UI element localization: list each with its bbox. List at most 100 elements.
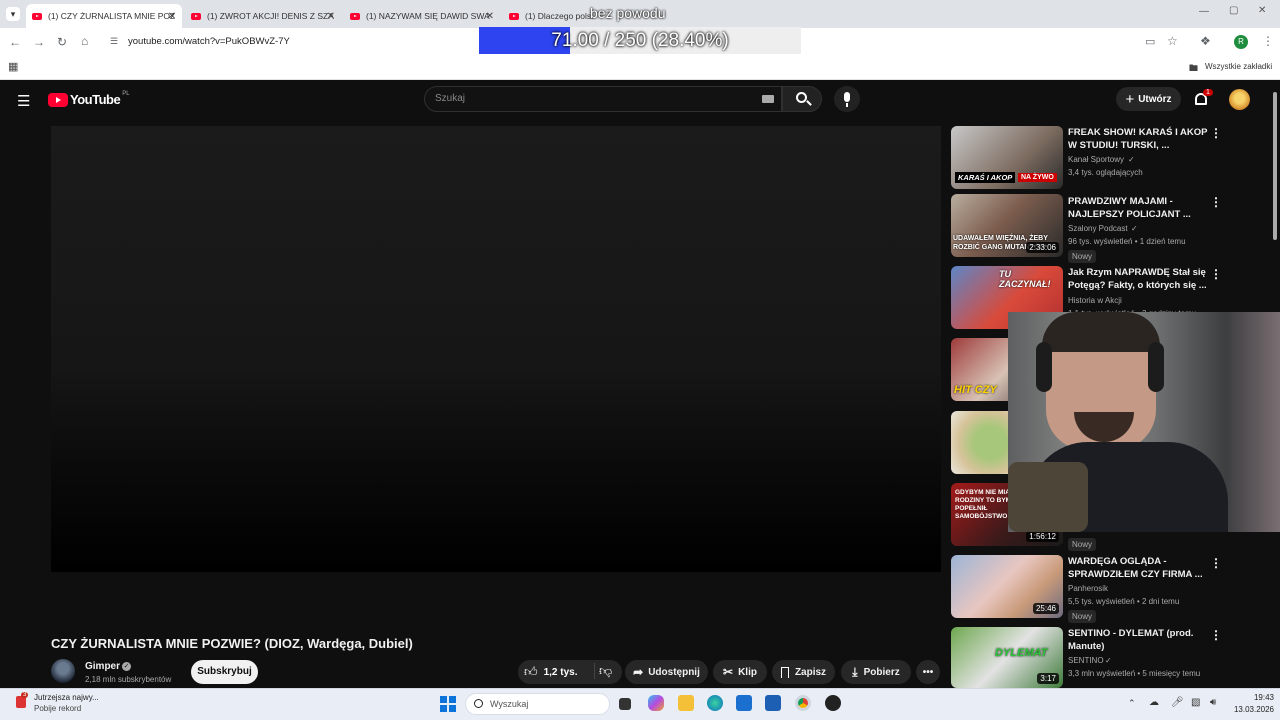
rec-channel[interactable]: SENTINO — [1068, 656, 1104, 665]
share-button[interactable]: ➦ Udostępnij — [625, 660, 708, 684]
rec-menu-icon[interactable]: ⋮ — [1210, 126, 1222, 140]
create-button[interactable]: + Utwórz — [1116, 87, 1181, 111]
apps-grid-icon[interactable]: ▦ — [8, 60, 18, 73]
more-actions-button[interactable]: ••• — [916, 660, 940, 684]
rec-menu-icon[interactable]: ⋮ — [1210, 556, 1222, 570]
task-view-icon[interactable] — [619, 698, 631, 710]
rec-thumbnail[interactable]: KARAŚ I AKOP NA ŻYWO — [951, 126, 1063, 189]
chrome-icon[interactable] — [795, 695, 811, 711]
account-avatar[interactable] — [1229, 89, 1250, 110]
youtube-logo[interactable]: YouTube PL — [48, 90, 130, 107]
subscriber-count: 2,18 mln subskrybentów — [85, 675, 172, 684]
close-tab-icon[interactable]: ✕ — [327, 11, 335, 22]
search-input[interactable]: Szukaj — [424, 86, 782, 112]
subscribe-button[interactable]: Subskrybuj — [191, 660, 258, 684]
notifications-button[interactable]: 1 — [1193, 89, 1213, 109]
tray-overflow-icon[interactable]: ⌃ — [1128, 698, 1136, 709]
thumbs-up-icon: 👍︎ — [524, 664, 538, 679]
rec-thumbnail[interactable]: UDAWAŁEM WIĘŹNIA, ŻEBY ROZBIĆ GANG MUTAN… — [951, 194, 1063, 257]
news-title: Jutrzejsza najwy... — [34, 693, 99, 702]
dislike-button[interactable]: 👎︎ — [594, 663, 612, 679]
youtube-play-icon — [48, 92, 68, 107]
rec-channel[interactable]: Panherosik — [1068, 584, 1108, 593]
wifi-icon[interactable]: 🔊︎ — [1210, 697, 1216, 708]
network-icon[interactable]: ☁ — [1149, 697, 1159, 708]
rec-thumbnail[interactable]: 25:46 — [951, 555, 1063, 618]
browser-tab[interactable]: (1) Dlaczego polski — [503, 4, 593, 28]
channel-avatar[interactable] — [51, 659, 75, 683]
news-subtitle: Pobije rekord — [34, 704, 82, 713]
close-window-icon[interactable]: ✕ — [1258, 5, 1266, 16]
hamburger-menu-icon[interactable]: ☰ — [17, 92, 30, 110]
region-code: PL — [122, 90, 130, 97]
start-button[interactable] — [440, 696, 456, 712]
notification-count: 1 — [1203, 89, 1213, 96]
webcam-overlay — [1008, 312, 1280, 532]
rec-meta: 3,4 tys. oglądających — [1068, 168, 1143, 177]
copilot-icon[interactable] — [648, 695, 664, 711]
language-icon[interactable]: ▧ — [1191, 697, 1200, 708]
close-tab-icon[interactable]: ✕ — [168, 11, 176, 22]
browser-tab-active[interactable]: (1) CZY ŻURNALISTA MNIE POZ ✕ — [26, 4, 182, 28]
rec-menu-icon[interactable]: ⋮ — [1210, 195, 1222, 209]
taskbar-search[interactable]: Wyszukaj — [465, 693, 610, 715]
rec-channel[interactable]: Kanał Sportowy — [1068, 155, 1124, 164]
goal-title: bez powodu — [590, 5, 666, 21]
maximize-window-icon[interactable]: ▢ — [1229, 5, 1238, 16]
url-text[interactable]: youtube.com/watch?v=PukOBWvZ-7Y — [128, 36, 290, 47]
share-label: Udostępnij — [648, 666, 700, 678]
browser-menu-icon[interactable]: ⋮ — [1262, 34, 1274, 48]
rec-title[interactable]: SENTINO - DYLEMAT (prod. Manute) — [1068, 627, 1208, 653]
duration: 3:17 — [1037, 673, 1059, 684]
verified-icon: ✓ — [1105, 656, 1112, 665]
save-button[interactable]: Zapisz — [772, 660, 835, 684]
all-bookmarks-link[interactable]: Wszystkie zakładki — [1205, 62, 1272, 71]
rec-channel[interactable]: Szalony Podcast — [1068, 224, 1128, 233]
search-button[interactable] — [782, 86, 822, 112]
microphone-tray-icon[interactable]: 🎤︎ — [1171, 697, 1184, 708]
rec-title[interactable]: PRAWDZIWY MAJAMI - NAJLEPSZY POLICJANT .… — [1068, 195, 1208, 221]
forward-icon[interactable]: → — [33, 35, 45, 49]
rec-channel[interactable]: Historia w Akcji — [1068, 296, 1122, 305]
bookmarks-bar — [0, 56, 1280, 80]
like-button[interactable]: 👍︎ 1,2 tys. — [524, 664, 578, 680]
extensions-icon[interactable]: ❖ — [1200, 34, 1211, 48]
install-app-icon[interactable]: ▭ — [1145, 35, 1155, 48]
obs-icon[interactable] — [825, 695, 841, 711]
browser-tab[interactable]: (1) NAZYWAM SIĘ DAWID SWA ✕ — [344, 4, 500, 28]
rec-title[interactable]: FREAK SHOW! KARAŚ I AKOP W STUDIU! TURSK… — [1068, 126, 1208, 152]
rec-menu-icon[interactable]: ⋮ — [1210, 628, 1222, 642]
video-player[interactable] — [51, 126, 941, 572]
live-badge: NA ŻYWO — [1018, 173, 1057, 182]
minimize-window-icon[interactable]: — — [1199, 6, 1209, 17]
browser-tab[interactable]: (1) ZWROT AKCJI! DENIS Z SZA ✕ — [185, 4, 341, 28]
clock-date[interactable]: 13.03.2026 — [1222, 705, 1274, 714]
voice-search-button[interactable] — [834, 86, 860, 112]
site-info-icon[interactable]: ☰ — [110, 36, 118, 47]
rec-title[interactable]: Jak Rzym NAPRAWDĘ Stał się Potęgą? Fakty… — [1068, 266, 1208, 292]
store-icon[interactable] — [765, 695, 781, 711]
edge-icon[interactable] — [707, 695, 723, 711]
tab-title: (1) Dlaczego polski — [525, 11, 593, 21]
outlook-icon[interactable] — [736, 695, 752, 711]
scissors-icon: ✂ — [723, 665, 734, 679]
clip-button[interactable]: ✂ Klip — [713, 660, 767, 684]
plus-icon: + — [1125, 90, 1135, 108]
rec-title[interactable]: WARDĘGA OGLĄDA - SPRAWDZIŁEM CZY FIRMA .… — [1068, 555, 1208, 581]
reload-icon[interactable]: ↻ — [57, 35, 67, 49]
rec-menu-icon[interactable]: ⋮ — [1210, 267, 1222, 281]
home-icon[interactable]: ⌂ — [81, 34, 88, 48]
bookmark-star-icon[interactable]: ☆ — [1167, 34, 1178, 48]
close-tab-icon[interactable]: ✕ — [486, 11, 494, 22]
channel-name[interactable]: Gimper — [85, 661, 120, 672]
back-icon[interactable]: ← — [9, 35, 21, 49]
rec-thumbnail[interactable]: DYLEMAT 3:17 — [951, 627, 1063, 688]
tab-list-dropdown-icon[interactable]: ▾ — [6, 7, 20, 21]
download-button[interactable]: ⤓ Pobierz — [841, 660, 911, 684]
profile-avatar[interactable]: R — [1234, 35, 1248, 49]
file-explorer-icon[interactable] — [678, 695, 694, 711]
clock-time[interactable]: 19:43 — [1236, 693, 1274, 702]
keyboard-icon[interactable] — [762, 95, 774, 103]
news-widget[interactable]: 3 Jutrzejsza najwy... Pobije rekord — [12, 692, 122, 716]
tab-title: (1) ZWROT AKCJI! DENIS Z SZA — [207, 11, 334, 21]
